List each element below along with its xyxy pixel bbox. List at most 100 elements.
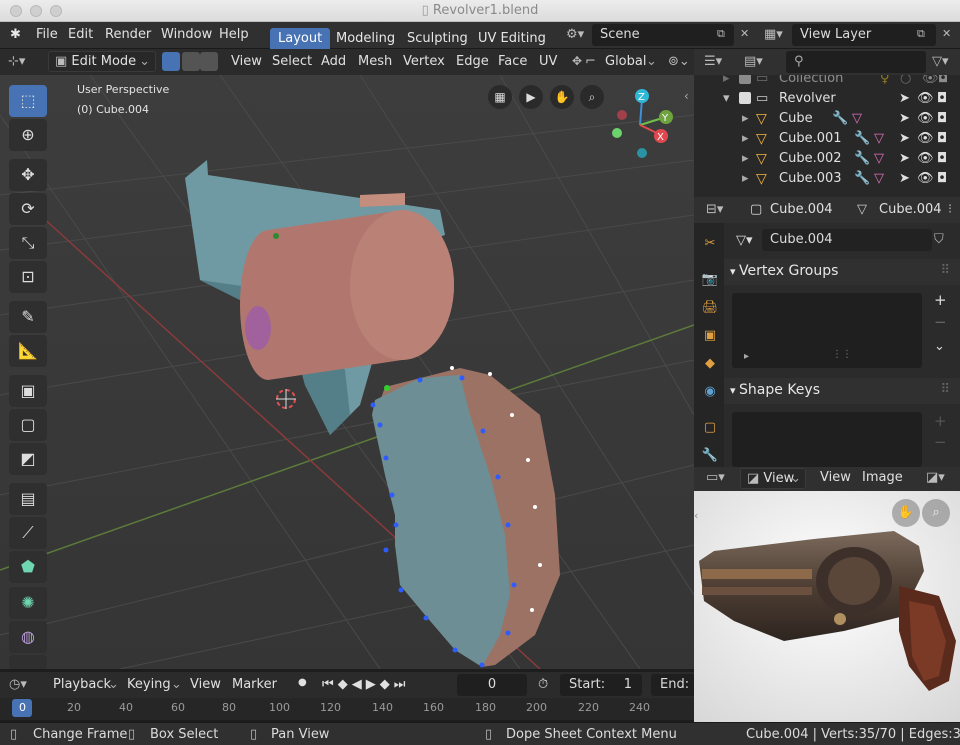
editor-type-icon[interactable]: ⊹▾ (8, 54, 25, 69)
view-mode-dropdown[interactable]: ◪ View ⌄ (740, 468, 806, 489)
menu-uv[interactable]: UV (539, 54, 557, 69)
modifier-wrench-icon[interactable]: 🔧 (854, 151, 870, 166)
eye-icon[interactable]: 👁 (917, 91, 934, 106)
play-icon[interactable]: ▶ (366, 677, 380, 692)
tab-uv-editing[interactable]: UV Editing (470, 28, 554, 50)
menu-window[interactable]: Window (161, 27, 212, 42)
tab-sculpting[interactable]: Sculpting (399, 28, 476, 50)
modifier-wrench-icon[interactable]: 🔧 (854, 131, 870, 146)
camera-icon[interactable]: ◘ (937, 131, 947, 146)
spin-icon[interactable]: ✺ (9, 587, 47, 619)
menu-image-view[interactable]: View (820, 470, 851, 485)
select-box-icon[interactable]: ⬚ (9, 85, 47, 117)
camera-icon[interactable]: ◘ (937, 91, 947, 106)
shear-icon[interactable] (9, 655, 47, 669)
expand-arrow-icon[interactable]: ▸ (742, 151, 749, 166)
menu-add[interactable]: Add (321, 54, 346, 69)
inset-faces-icon[interactable]: ▢ (9, 409, 47, 441)
fake-user-shield-icon[interactable]: ⛉ (934, 232, 944, 247)
outliner-row-cube-001[interactable]: ▸ ▽ Cube.001 🔧 ▽ ➤ 👁 ◘ (694, 129, 960, 149)
menu-vertex[interactable]: Vertex (403, 54, 445, 69)
output-tab-icon[interactable]: 🖨 (699, 297, 721, 319)
scene-field[interactable]: Scene (592, 24, 734, 46)
properties-editor-icon[interactable]: ⊟▾ (706, 202, 723, 217)
specials-chevron-icon[interactable]: ⌄ (934, 339, 945, 354)
pin-icon[interactable]: ⁝ (948, 202, 952, 217)
menu-edit[interactable]: Edit (68, 27, 93, 42)
orientation-chevron-icon[interactable]: ⌄ (646, 54, 657, 69)
select-arrow-icon[interactable]: ➤ (899, 111, 910, 126)
expand-arrow-icon[interactable]: ▸ (742, 111, 749, 126)
3d-cursor[interactable] (276, 389, 296, 409)
next-keyframe-icon[interactable]: ◆ (380, 677, 394, 692)
menu-select[interactable]: Select (272, 54, 312, 69)
blender-logo-icon[interactable]: ✱ (10, 27, 21, 42)
image-browse-icon[interactable]: ◪▾ (926, 470, 945, 485)
camera-icon[interactable]: ◘ (937, 151, 947, 166)
image-editor-icon[interactable]: ▭▾ (706, 470, 725, 485)
knife-icon[interactable]: ⟋ (9, 517, 47, 549)
jump-start-icon[interactable]: ⏮ (322, 677, 338, 692)
outliner-row-revolver[interactable]: ▾ ▭ Revolver ➤ 👁 ◘ (694, 89, 960, 109)
zoom-icon[interactable]: ⌕ (580, 85, 604, 109)
menu-playback[interactable]: Playback (53, 677, 111, 692)
tool-tab-icon[interactable]: ✂ (699, 233, 721, 255)
menu-file[interactable]: File (36, 27, 58, 42)
smooth-icon[interactable]: ◍ (9, 621, 47, 653)
scale-icon[interactable]: ⤡ (9, 227, 47, 259)
eye-icon[interactable]: 👁 (917, 151, 934, 166)
pin-icon[interactable]: ✥ (572, 54, 582, 68)
eye-icon[interactable]: 👁 (917, 131, 934, 146)
move-icon[interactable]: ✥ (9, 159, 47, 191)
select-arrow-icon[interactable]: ➤ (899, 131, 910, 146)
sidebar-toggle-icon[interactable]: ‹ (694, 509, 698, 522)
cursor-icon[interactable]: ⊕ (9, 119, 47, 151)
camera-icon[interactable]: ◘ (937, 111, 947, 126)
select-arrow-icon[interactable]: ➤ (899, 151, 910, 166)
breadcrumb-object[interactable]: Cube.004 (770, 202, 833, 217)
outliner-editor-icon[interactable]: ☰▾ (704, 54, 722, 69)
camera-icon[interactable]: ◘ (937, 171, 947, 186)
orientation-icon[interactable]: ⌐ (585, 54, 596, 69)
mode-dropdown[interactable]: ▣ Edit Mode ⌄ (48, 51, 156, 72)
current-frame-field[interactable]: 0 (457, 674, 527, 696)
prev-keyframe-icon[interactable]: ◆ (338, 677, 352, 692)
menu-mesh[interactable]: Mesh (358, 54, 392, 69)
menu-view[interactable]: View (231, 54, 262, 69)
poly-build-icon[interactable]: ⬟ (9, 551, 47, 583)
active-vertex[interactable] (384, 385, 390, 391)
modifier-wrench-icon[interactable]: 🔧 (854, 171, 870, 186)
menu-timeline-view[interactable]: View (190, 677, 221, 692)
pivot-icon[interactable]: ⊚⌄ (668, 54, 690, 69)
copy-view-layer-icon[interactable]: ⧉ (917, 27, 925, 41)
menu-image[interactable]: Image (862, 470, 903, 485)
modifier-tab-icon[interactable]: 🔧 (699, 445, 721, 467)
outliner-row-cube-003[interactable]: ▸ ▽ Cube.003 🔧 ▽ ➤ 👁 ◘ (694, 169, 960, 189)
extrude-region-icon[interactable]: ▣ (9, 375, 47, 407)
outliner-row-cube-002[interactable]: ▸ ▽ Cube.002 🔧 ▽ ➤ 👁 ◘ (694, 149, 960, 169)
remove-scene-icon[interactable]: ✕ (740, 27, 749, 40)
expand-arrow-icon[interactable]: ▸ (742, 131, 749, 146)
world-tab-icon[interactable]: ◉ (699, 381, 721, 403)
playback-controls[interactable]: ⏮◆◀▶◆⏭ (322, 677, 409, 692)
bevel-icon[interactable]: ◩ (9, 443, 47, 475)
scene-tab-icon[interactable]: ◆ (699, 353, 721, 375)
outliner[interactable]: ▸ ▭ Collection ♀ ○ 👁 ◘ ▾ ▭ Revolver ➤ 👁 … (694, 71, 960, 197)
start-frame-field[interactable]: Start: 1 (560, 674, 642, 696)
collapse-arrow-icon[interactable]: ▾ (723, 91, 730, 106)
vertex-select-icon[interactable] (162, 52, 180, 71)
loop-cut-icon[interactable]: ▤ (9, 483, 47, 515)
timeline-editor-icon[interactable]: ◷▾ (9, 677, 27, 692)
transform-orientation-dropdown[interactable]: Global (605, 54, 646, 69)
menu-keying[interactable]: Keying (127, 677, 171, 692)
outliner-search-input[interactable]: ⚲ (786, 51, 926, 73)
vertex-groups-panel-header[interactable]: ▾ Vertex Groups ⠿ (724, 259, 960, 285)
mesh-data-icon[interactable]: ▽ (874, 131, 884, 146)
record-icon[interactable]: ● (298, 677, 307, 688)
drag-handle-icon[interactable]: ⠿ (940, 263, 950, 278)
face-select-icon[interactable] (200, 52, 218, 71)
keying-chevron-icon[interactable]: ⌄ (171, 677, 182, 692)
3d-viewport[interactable]: Z Y X User Perspective (0) Cube.004 ▦ ▶ … (0, 75, 694, 669)
viewport-canvas[interactable]: Z Y X (0, 75, 694, 669)
mesh-data-icon[interactable]: ▽ (852, 111, 862, 126)
